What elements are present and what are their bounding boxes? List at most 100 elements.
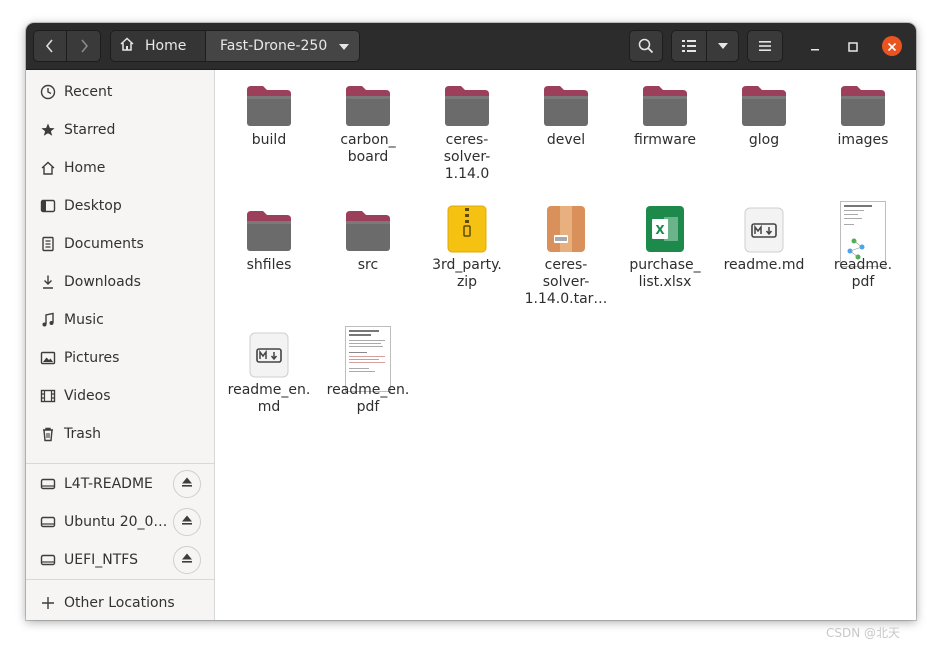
forward-button[interactable] [67, 30, 101, 62]
home-icon [39, 160, 56, 177]
file-item[interactable]: 3rd_party. zip [420, 201, 514, 291]
file-grid: build carbon_ board ceres- solver- 1.14.… [216, 70, 916, 620]
file-item[interactable]: readme.md [717, 201, 811, 274]
folder-icon [222, 201, 316, 253]
file-name: devel [546, 132, 586, 148]
clock-icon [39, 84, 56, 101]
sidebar-item-other-locations[interactable]: Other Locations [26, 584, 215, 620]
file-item[interactable]: readme_en. pdf [321, 326, 415, 416]
eject-icon [181, 552, 193, 568]
file-item[interactable]: devel [519, 76, 613, 149]
tar-archive-icon [519, 201, 613, 253]
file-item[interactable]: readme. pdf [816, 201, 910, 291]
search-button[interactable] [629, 30, 663, 62]
desktop-icon [39, 198, 56, 215]
sidebar-item-label: Starred [64, 122, 116, 138]
file-item[interactable]: build [222, 76, 316, 149]
sidebar-item-desktop[interactable]: Desktop [26, 187, 215, 225]
sidebar-item-videos[interactable]: Videos [26, 377, 215, 415]
folder-icon [321, 76, 415, 128]
triangle-down-icon [339, 38, 349, 54]
close-button[interactable] [882, 36, 902, 56]
download-icon [39, 274, 56, 291]
music-icon [39, 312, 56, 329]
sidebar: Recent Starred Home Desktop Documents Do… [26, 70, 215, 620]
main-menu-button[interactable] [747, 30, 783, 62]
file-item[interactable]: ceres- solver- 1.14.0 [420, 76, 514, 183]
file-name: readme_en. md [227, 382, 311, 415]
sidebar-item-downloads[interactable]: Downloads [26, 263, 215, 301]
trash-icon [39, 426, 56, 443]
file-item[interactable]: readme_en. md [222, 326, 316, 416]
path-current-button[interactable]: Fast-Drone-250 [206, 31, 359, 61]
file-name: readme.md [723, 257, 805, 273]
sidebar-item-label: Other Locations [64, 595, 175, 611]
video-icon [39, 388, 56, 405]
sidebar-item-label: Trash [64, 426, 101, 442]
file-item[interactable]: X purchase_ list.xlsx [618, 201, 712, 291]
maximize-icon [848, 37, 858, 56]
file-item[interactable]: glog [717, 76, 811, 149]
back-button[interactable] [33, 30, 67, 62]
sidebar-item-starred[interactable]: Starred [26, 111, 215, 149]
file-name: firmware [633, 132, 697, 148]
markdown-icon [222, 326, 316, 378]
sidebar-item-documents[interactable]: Documents [26, 225, 215, 263]
sidebar-item-label: Downloads [64, 274, 141, 290]
sidebar-item-l4t-readme[interactable]: L4T-README [26, 465, 215, 503]
file-item[interactable]: firmware [618, 76, 712, 149]
plus-icon [39, 595, 56, 612]
sidebar-item-recent[interactable]: Recent [26, 73, 215, 111]
sidebar-item-uefi-ntfs[interactable]: UEFI_NTFS [26, 541, 215, 579]
home-icon [119, 36, 135, 56]
file-item[interactable]: src [321, 201, 415, 274]
view-toggle-button[interactable] [671, 30, 707, 62]
sidebar-item-label: UEFI_NTFS [64, 552, 138, 568]
folder-icon [519, 76, 613, 128]
sidebar-item-ubuntu[interactable]: Ubuntu 20_0… [26, 503, 215, 541]
sidebar-item-pictures[interactable]: Pictures [26, 339, 215, 377]
picture-icon [39, 350, 56, 367]
search-icon [638, 38, 654, 54]
file-item[interactable]: carbon_ board [321, 76, 415, 166]
drive-icon [39, 514, 56, 531]
sidebar-item-label: Pictures [64, 350, 120, 366]
markdown-icon [717, 201, 811, 253]
sidebar-separator [26, 579, 215, 580]
sidebar-item-label: Ubuntu 20_0… [64, 514, 168, 530]
eject-icon [181, 476, 193, 492]
header-bar: Home Fast-Drone-250 [26, 23, 916, 70]
eject-button[interactable] [173, 508, 201, 536]
sidebar-item-label: Documents [64, 236, 144, 252]
folder-icon [618, 76, 712, 128]
pdf-thumbnail-icon [321, 326, 415, 392]
folder-icon [222, 76, 316, 128]
triangle-down-icon [717, 43, 728, 49]
eject-button[interactable] [173, 546, 201, 574]
drive-icon [39, 552, 56, 569]
chevron-right-icon [79, 38, 89, 54]
eject-button[interactable] [173, 470, 201, 498]
maximize-button[interactable] [843, 36, 863, 56]
file-name: 3rd_party. zip [432, 257, 502, 290]
minimize-button[interactable] [805, 36, 825, 56]
path-current-label: Fast-Drone-250 [220, 38, 328, 54]
file-name: src [357, 257, 379, 273]
file-name: images [837, 132, 889, 148]
sidebar-item-trash[interactable]: Trash [26, 415, 215, 453]
file-item[interactable]: shfiles [222, 201, 316, 274]
path-home-label: Home [145, 38, 187, 54]
document-icon [39, 236, 56, 253]
view-options-button[interactable] [707, 30, 739, 62]
path-home-button[interactable]: Home [111, 31, 206, 61]
file-item[interactable]: images [816, 76, 910, 149]
file-name: glog [748, 132, 780, 148]
sidebar-item-music[interactable]: Music [26, 301, 215, 339]
file-name: purchase_ list.xlsx [629, 257, 701, 290]
hamburger-icon [759, 41, 771, 51]
sidebar-item-home[interactable]: Home [26, 149, 215, 187]
file-name: readme. pdf [833, 257, 893, 290]
file-item[interactable]: ceres- solver- 1.14.0.tar… [519, 201, 613, 308]
sidebar-item-label: L4T-README [64, 476, 153, 492]
sidebar-item-label: Videos [64, 388, 111, 404]
